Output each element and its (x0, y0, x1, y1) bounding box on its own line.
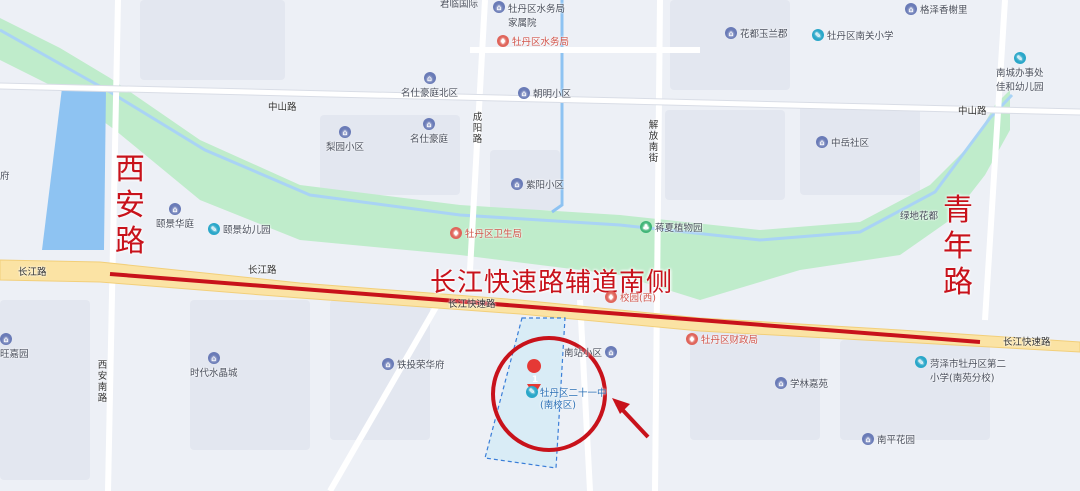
residence-icon: ⌂ (382, 358, 394, 370)
poi-liyuan[interactable]: ⌂ 梨园小区 (326, 126, 364, 153)
residence-icon: ⌂ (775, 377, 787, 389)
road-label-jiefang-south: 解放南街 (648, 120, 659, 164)
poi-zhongyue[interactable]: ⌂ 中岳社区 (816, 135, 869, 149)
poi-nanguan-school[interactable]: ✎ 牡丹区南关小学 (812, 28, 894, 42)
marker-number: 1 (531, 375, 539, 385)
residence-icon: ⌂ (905, 3, 917, 15)
poi-yijing-kindergarten[interactable]: ✎ 颐景幼儿园 (208, 222, 271, 236)
poi-nancheng-kindergarten[interactable]: ✎ 南城办事处 佳和幼儿园 (996, 52, 1044, 93)
poi-finance-bureau[interactable]: ♦ 牡丹区财政局 (686, 332, 758, 346)
poi-jiangxia[interactable]: ♣ 蒋夏植物园 (640, 220, 703, 234)
marker-pin[interactable] (527, 359, 542, 373)
annotation-arrow-head (612, 398, 630, 414)
kindergarten-icon: ✎ (1013, 52, 1026, 64)
poi-shidai[interactable]: ⌂ 时代水晶城 (190, 352, 238, 379)
lake (42, 88, 106, 250)
government-icon: ♦ (497, 35, 509, 47)
poi-nanzhan[interactable]: 南站小区 ⌂ (564, 345, 618, 359)
school-icon: ✎ (526, 386, 538, 398)
poi-xiaoyuan[interactable]: ♦ 校园(西) (605, 290, 656, 304)
poi-huadu[interactable]: ⌂ 花都玉兰郡 (725, 26, 788, 40)
target-school-name[interactable]: 牡丹区二十一中 (南校区) (540, 388, 607, 412)
road-label-changjiang: 长江路 (248, 265, 277, 276)
poi-jiayuan-left[interactable]: ⌂ 旺嘉园 (0, 333, 29, 360)
poi-water-bureau[interactable]: ♦ 牡丹区水务局 (497, 34, 569, 48)
road-label-xian-south: 西安南路 (97, 360, 108, 404)
park-icon: ♣ (640, 221, 652, 233)
poi-gelin[interactable]: ⌂ 格泽香榭里 (905, 2, 968, 16)
residence-icon: ⌂ (518, 87, 530, 99)
government-icon: ♦ (686, 333, 698, 345)
poi-ziyang[interactable]: ⌂ 紫阳小区 (511, 177, 564, 191)
residence-icon: ⌂ (207, 352, 220, 364)
poi-mingshi[interactable]: ⌂ 名仕豪庭 (410, 118, 448, 145)
annotation-right-road: 青年路 (943, 193, 973, 300)
poi-tietou[interactable]: ⌂ 铁投荣华府 (382, 357, 445, 371)
map-base-layer (0, 0, 1080, 491)
school-icon: ✎ (915, 356, 927, 368)
residence-icon: ⌂ (862, 433, 874, 445)
school-icon: ✎ (812, 29, 824, 41)
residence-icon: ⌂ (511, 178, 523, 190)
poi-yijing-ting[interactable]: ⌂ 颐景华庭 (156, 203, 194, 230)
government-icon: ♦ (450, 227, 462, 239)
poi-water-bureau-housing[interactable]: ⌂ 牡丹区水务局 家属院 (493, 1, 565, 29)
poi-xuelin[interactable]: ⌂ 学林嘉苑 (775, 376, 828, 390)
poi-school-no2[interactable]: ✎ 菏泽市牡丹区第二 小学(南苑分校) (915, 356, 1006, 384)
residence-icon: ⌂ (725, 27, 737, 39)
road-label-chengyang: 成阳路 (472, 112, 483, 145)
kindergarten-icon: ✎ (208, 223, 220, 235)
poi-lvdi: 绿地花都 (900, 211, 939, 222)
poi-chaoming[interactable]: ⌂ 朝明小区 (518, 86, 571, 100)
poi-health-bureau[interactable]: ♦ 牡丹区卫生局 (450, 226, 522, 240)
poi-nanping[interactable]: ⌂ 南平花园 (862, 432, 915, 446)
map-canvas[interactable]: 1 长江快速路辅道南侧 西安路 青年路 中山路 中山路 长江路 长江路 长江快速… (0, 0, 1080, 491)
target-school-icon-wrap[interactable]: ✎ (526, 386, 538, 398)
residence-icon: ⌂ (423, 118, 435, 130)
residence-icon: ⌂ (493, 1, 505, 13)
road-label-changjiang: 长江路 (18, 267, 47, 278)
residence-icon: ⌂ (605, 346, 618, 358)
residence-icon: ⌂ (169, 203, 181, 215)
residence-icon: ⌂ (816, 136, 828, 148)
poi-mingshi-north[interactable]: ⌂ 名仕豪庭北区 (401, 72, 458, 99)
poi-junlin: 君临国际 (440, 0, 479, 10)
residence-icon: ⌂ (339, 126, 351, 138)
residence-icon: ⌂ (423, 72, 436, 84)
residence-icon: ⌂ (0, 333, 12, 345)
road-label-changjiang-express: 长江快速路 (448, 299, 496, 310)
government-icon: ♦ (605, 291, 617, 303)
road-label-zhongshan: 中山路 (268, 102, 297, 113)
road-label-changjiang-express: 长江快速路 (1003, 337, 1051, 348)
annotation-left-road: 西安路 (115, 152, 145, 259)
road-label-zhongshan: 中山路 (958, 106, 987, 117)
poi-fu-left: 府 (0, 171, 10, 182)
